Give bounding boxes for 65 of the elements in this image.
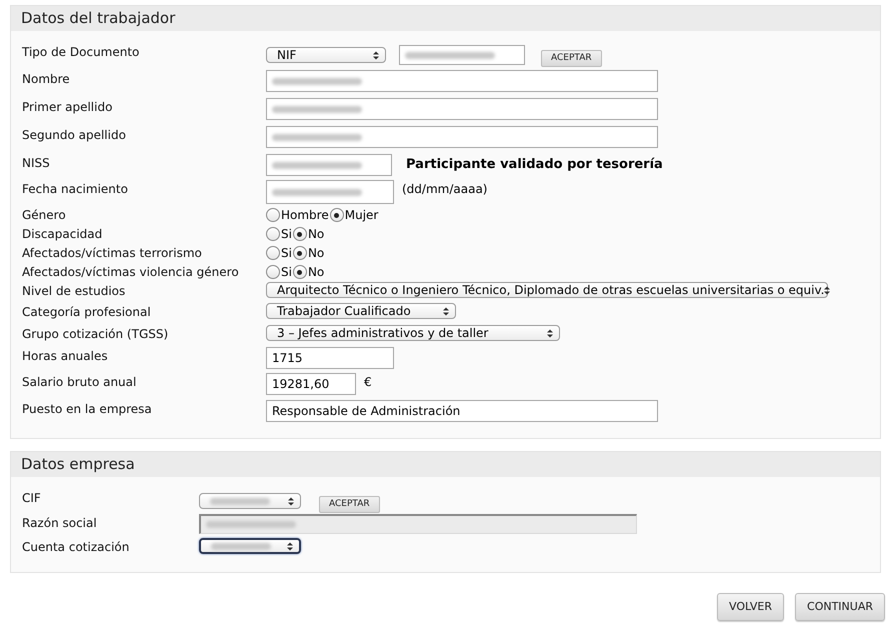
field-label: Salario bruto anual <box>22 375 136 389</box>
dropdown[interactable]: Trabajador Cualificado <box>266 303 456 319</box>
field-label: CIF <box>22 491 41 505</box>
caret-icon <box>443 306 449 316</box>
radio-label: No <box>308 264 324 281</box>
caret-icon <box>373 50 379 60</box>
input-field[interactable] <box>266 98 658 120</box>
input-field[interactable] <box>266 70 658 92</box>
field-note: Participante validado por tesorería <box>406 156 663 174</box>
input-field[interactable]: Responsable de Administración <box>266 400 658 422</box>
dropdown[interactable] <box>199 538 301 554</box>
dropdown[interactable]: NIF <box>266 47 386 64</box>
field-label: Cuenta cotización <box>22 540 130 554</box>
radio-button[interactable] <box>266 227 280 241</box>
radio-label: Si <box>281 226 292 243</box>
panel-header: Datos empresa <box>11 452 880 477</box>
radio-button[interactable] <box>266 246 280 260</box>
caret-icon <box>288 496 294 506</box>
panel-header: Datos del trabajador <box>11 6 880 31</box>
caret-icon <box>824 286 830 294</box>
field-label: Fecha nacimiento <box>22 182 128 196</box>
radio-label: Mujer <box>344 207 378 224</box>
input-field[interactable]: 1715 <box>266 347 394 369</box>
field-label: Razón social <box>22 516 97 530</box>
accept-button[interactable]: ACEPTAR <box>541 50 602 68</box>
input-field[interactable] <box>266 154 392 176</box>
radio-label: Si <box>281 245 292 262</box>
field-label: NISS <box>22 156 50 170</box>
field-label: Categoría profesional <box>22 305 151 319</box>
radio-label: Hombre <box>281 207 329 224</box>
input-field[interactable] <box>266 180 394 204</box>
field-label: Afectados/víctimas violencia género <box>22 265 239 279</box>
field-label: Nombre <box>22 72 70 86</box>
radio-label: No <box>308 245 324 262</box>
radio-button[interactable] <box>266 265 280 279</box>
input-field[interactable]: 19281,60 <box>266 373 356 395</box>
caret-icon <box>287 542 293 550</box>
field-label: Segundo apellido <box>22 128 126 142</box>
radio-button[interactable] <box>330 208 344 222</box>
field-note: € <box>364 374 372 391</box>
accept-button[interactable]: ACEPTAR <box>319 496 380 514</box>
nav-button[interactable]: VOLVER <box>716 593 784 621</box>
field-label: Puesto en la empresa <box>22 402 152 416</box>
radio-button[interactable] <box>292 246 307 260</box>
field-label: Tipo de Documento <box>22 45 140 59</box>
input-field[interactable] <box>399 45 525 66</box>
input-field[interactable] <box>199 514 637 534</box>
radio-button[interactable] <box>292 227 307 241</box>
dropdown[interactable]: Arquitecto Técnico o Ingeniero Técnico, Diplomado de otras escuelas universitarias o equiv. <box>266 282 828 298</box>
field-label: Horas anuales <box>22 349 108 363</box>
radio-label: No <box>308 226 324 243</box>
field-label: Discapacidad <box>22 227 102 241</box>
dropdown[interactable]: 3 – Jefes administrativos y de taller <box>266 325 560 341</box>
field-label: Grupo cotización (TGSS) <box>22 327 168 341</box>
field-label: Género <box>22 208 66 222</box>
input-field[interactable] <box>266 126 658 148</box>
radio-label: Si <box>281 264 292 281</box>
radio-button[interactable] <box>292 265 307 279</box>
field-label: Primer apellido <box>22 100 112 114</box>
caret-icon <box>547 328 553 338</box>
nav-button[interactable]: CONTINUAR <box>795 593 885 621</box>
field-label: Nivel de estudios <box>22 284 126 298</box>
radio-button[interactable] <box>266 208 280 222</box>
field-note: (dd/mm/aaaa) <box>402 181 488 198</box>
field-label: Afectados/víctimas terrorismo <box>22 246 202 260</box>
